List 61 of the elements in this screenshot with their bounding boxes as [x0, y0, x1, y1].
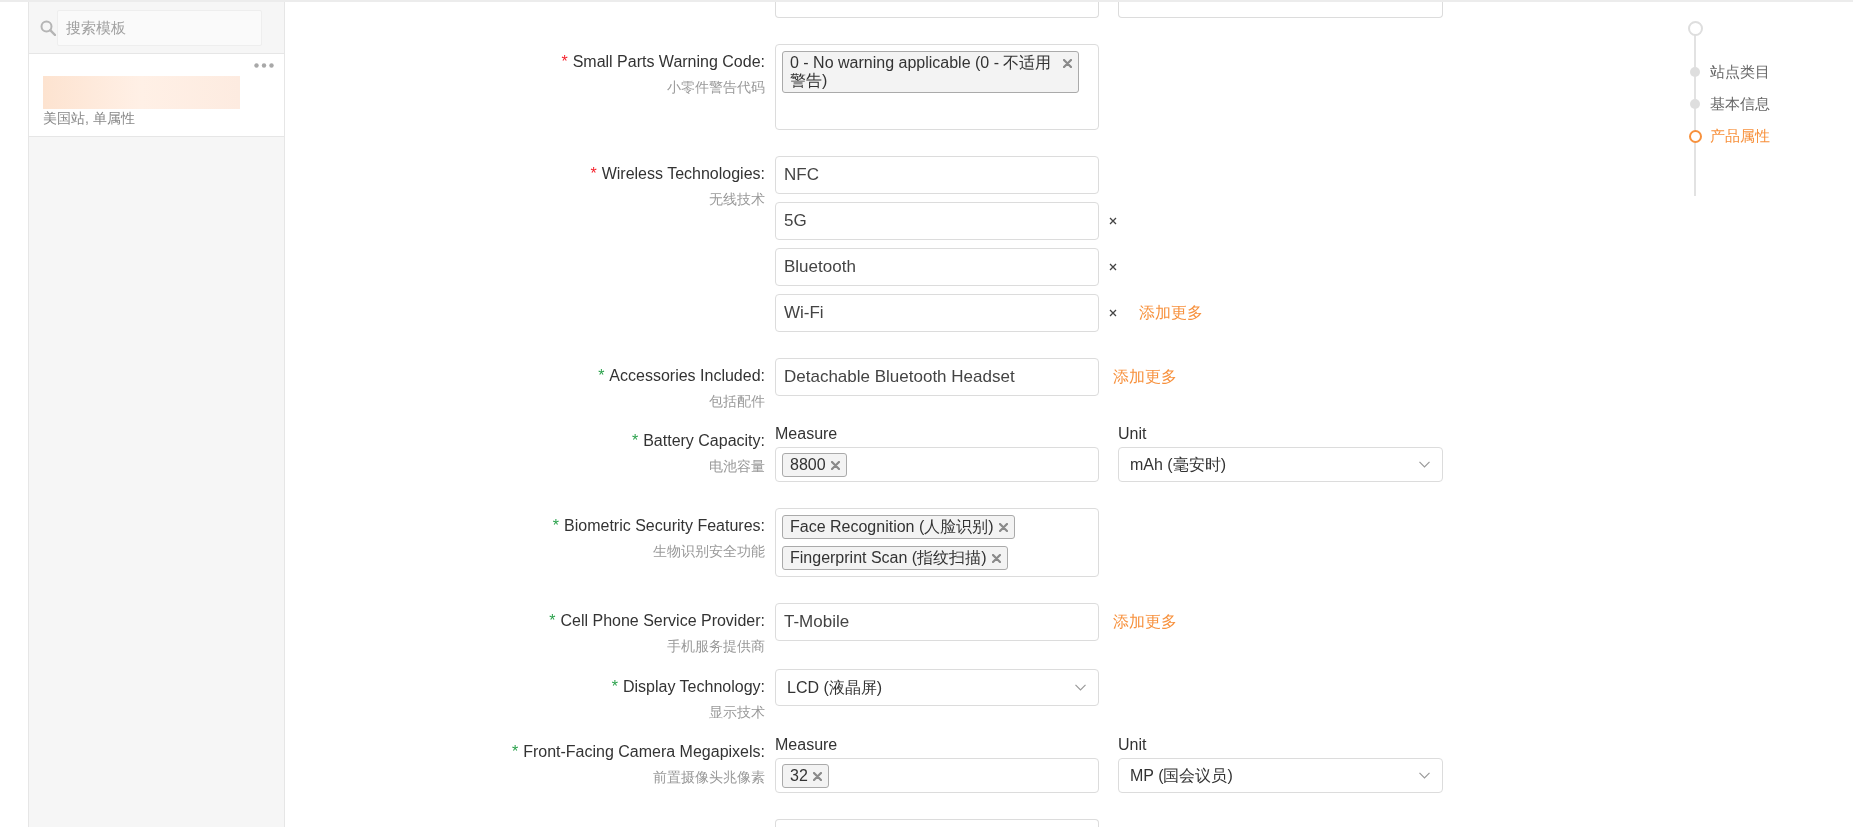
required-asterisk: * — [590, 165, 597, 182]
input-field[interactable] — [775, 819, 1099, 827]
template-subtitle: 美国站, 单属性 — [43, 109, 136, 127]
field-label: Accessories Included: — [609, 367, 765, 384]
field-sublabel: 电池容量 — [709, 458, 765, 474]
chevron-down-icon — [1419, 772, 1430, 779]
text-input[interactable]: NFC — [775, 156, 1099, 194]
remove-icon[interactable] — [1109, 263, 1117, 271]
field-sublabel: 手机服务提供商 — [667, 638, 765, 654]
unit-select[interactable]: mAh (毫安时) — [1118, 447, 1443, 482]
field-label: Cell Phone Service Provider: — [560, 612, 765, 629]
search-field[interactable]: 搜索模板 — [57, 9, 262, 46]
field-sublabel: 前置摄像头兆像素 — [653, 769, 765, 785]
more-icon[interactable] — [254, 63, 274, 68]
select-field[interactable] — [1118, 2, 1443, 18]
required-asterisk: * — [511, 743, 519, 760]
tag-text: 0 - No warning applicable (0 - 不适用警告) — [790, 54, 1053, 90]
tag-text: 32 — [790, 766, 808, 785]
multi-select-field[interactable]: 0 - No warning applicable (0 - 不适用警告) — [775, 44, 1099, 130]
template-card[interactable]: 美国站, 单属性 — [29, 54, 284, 137]
tag-text: 8800 — [790, 455, 826, 474]
required-asterisk: * — [611, 678, 618, 695]
required-asterisk: * — [561, 53, 568, 70]
text-input[interactable]: Detachable Bluetooth Headset — [775, 358, 1099, 396]
input-field[interactable] — [775, 2, 1099, 18]
field-sublabel: 生物识别安全功能 — [653, 543, 765, 559]
remove-icon[interactable] — [1109, 217, 1117, 225]
step-link[interactable]: 站点类目 — [1710, 60, 1770, 84]
field-label: Wireless Technologies: — [601, 165, 765, 182]
field-label: Battery Capacity: — [643, 432, 765, 449]
step-link[interactable]: 基本信息 — [1710, 92, 1770, 116]
text-input[interactable]: 5G — [775, 202, 1099, 240]
measure-input[interactable]: 8800 — [775, 447, 1099, 482]
tag-text: Face Recognition (人脸识别) — [790, 518, 994, 536]
field-sublabel: 包括配件 — [709, 393, 765, 409]
text-input[interactable]: T-Mobile — [775, 603, 1099, 641]
measure-label: Measure — [775, 735, 839, 755]
field-label: Biometric Security Features: — [564, 517, 765, 534]
search-icon — [40, 19, 56, 36]
measure-label: Measure — [775, 424, 839, 444]
field-label: Small Parts Warning Code: — [572, 53, 765, 70]
required-asterisk: * — [598, 367, 605, 384]
tag-text: Fingerprint Scan (指纹扫描) — [790, 549, 987, 567]
unit-label: Unit — [1118, 424, 1148, 444]
field-label: Front-Facing Camera Megapixels: — [523, 743, 765, 760]
required-asterisk: * — [549, 612, 556, 629]
chevron-down-icon — [1075, 684, 1086, 691]
field-sublabel: 小零件警告代码 — [667, 79, 765, 95]
field-label: Display Technology: — [623, 678, 765, 695]
measure-input[interactable]: 32 — [775, 758, 1099, 793]
chevron-down-icon — [1419, 461, 1430, 468]
field-sublabel: 无线技术 — [709, 191, 765, 207]
text-input[interactable]: Wi-Fi — [775, 294, 1099, 332]
select-field[interactable]: LCD (液晶屏) — [775, 669, 1099, 706]
unit-label: Unit — [1118, 735, 1148, 755]
text-input[interactable]: Bluetooth — [775, 248, 1099, 286]
unit-select[interactable]: MP (国会议员) — [1118, 758, 1443, 793]
required-asterisk: * — [552, 517, 560, 534]
required-asterisk: * — [631, 432, 639, 449]
field-sublabel: 显示技术 — [709, 704, 765, 720]
remove-icon[interactable] — [1109, 309, 1117, 317]
